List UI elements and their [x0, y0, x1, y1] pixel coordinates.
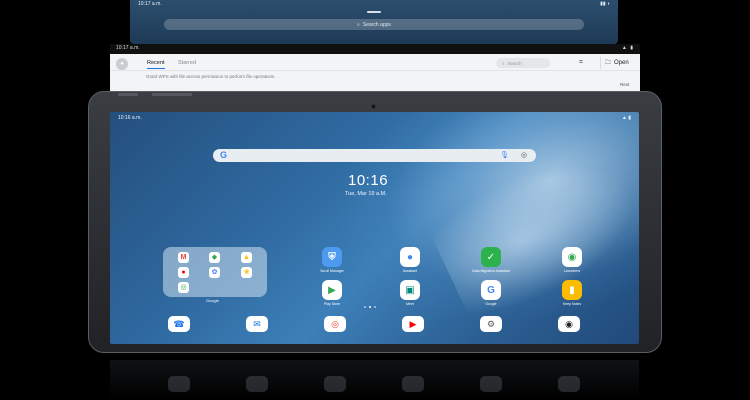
- youtube-icon[interactable]: ▶: [402, 316, 424, 332]
- play-store-icon[interactable]: ▶: [322, 280, 342, 300]
- permission-hint: Grant WPS with file access permission to…: [146, 74, 276, 79]
- files-app-screen: ● Recent Starred Grant WPS with file acc…: [110, 54, 640, 92]
- reflection-icon: [246, 376, 268, 392]
- files-search-input[interactable]: ⌕ Search: [496, 58, 550, 68]
- maps-icon: ◆: [209, 252, 220, 263]
- open-button[interactable]: 🗀 Open: [600, 57, 636, 69]
- search-icon: ⌕: [502, 60, 505, 66]
- volume-button: [152, 93, 192, 96]
- assistant-icon[interactable]: ●: [400, 247, 420, 267]
- home-screen: 10:16 a.m. ▲ ▮ G 🎙 ◎ 10:16 Tue, Mar 19 a…: [110, 112, 639, 344]
- reflection-icon: [168, 376, 190, 392]
- page-indicator: [364, 306, 384, 309]
- gmail-icon: M: [178, 252, 189, 263]
- microphone-icon[interactable]: 🎙: [500, 151, 509, 159]
- open-button-label: Open: [614, 60, 629, 66]
- search-apps-field[interactable]: ⌕ Search apps: [164, 19, 584, 30]
- app-label: Google: [485, 302, 497, 306]
- files-status-icons: ▲ ▮: [621, 45, 634, 51]
- chrome-icon[interactable]: ◎: [324, 316, 346, 332]
- folder-icon: 🗀: [605, 60, 612, 66]
- folder-label: Google: [206, 298, 219, 303]
- chrome-small-icon: ◎: [178, 282, 189, 293]
- app-drawer-screen: 10:17 a.m. ▮▮ ◖ ⌕ Search apps: [130, 0, 618, 44]
- files-side-text: Rest: [620, 82, 630, 87]
- app-label: Scroll Manager: [320, 269, 344, 273]
- settings-icon[interactable]: ⚙: [480, 316, 502, 332]
- reflection-icon: [324, 376, 346, 392]
- app-label: Play Store: [323, 302, 341, 306]
- drawer-status-icons: ▮▮ ◖: [600, 1, 610, 7]
- clock: 10:16: [348, 172, 389, 189]
- page-dot: [374, 306, 376, 308]
- status-bar-time: 10:16 a.m.: [118, 115, 142, 121]
- drawer-handle[interactable]: [367, 11, 381, 13]
- messages-icon[interactable]: ✉: [246, 316, 268, 332]
- youtube-music-icon: ●: [178, 267, 189, 278]
- app-label: Keep Notes: [562, 302, 582, 306]
- files-status-time: 10:17 a.m.: [116, 45, 140, 51]
- reflection-icon: [480, 376, 502, 392]
- files-status-bar: 10:17 a.m. ▲ ▮: [110, 44, 640, 54]
- front-camera: [371, 104, 376, 109]
- migration-icon[interactable]: ✓: [481, 247, 501, 267]
- lens-icon[interactable]: ◎: [521, 151, 527, 159]
- files-divider: [110, 70, 640, 71]
- shield-icon[interactable]: ⛨: [322, 247, 342, 267]
- page-dot: [364, 306, 366, 308]
- google-search-bar[interactable]: G 🎙 ◎: [213, 149, 536, 162]
- google-logo-icon: G: [220, 150, 228, 160]
- date: Tue, Mar 19 a.M.: [345, 191, 387, 197]
- photos-alt-icon: ❀: [241, 267, 252, 278]
- google-icon[interactable]: G: [481, 280, 501, 300]
- app-label: Assistant: [402, 269, 418, 273]
- tab-active-indicator: [147, 68, 165, 69]
- reflection-icon: [558, 376, 580, 392]
- page-dot: [369, 306, 371, 308]
- avatar[interactable]: ●: [116, 58, 128, 70]
- meet-icon[interactable]: ▣: [400, 280, 420, 300]
- app-label: Launchers: [563, 269, 581, 273]
- launcher-icon[interactable]: ◉: [562, 247, 582, 267]
- photos-icon: ✿: [209, 267, 220, 278]
- tab-recent[interactable]: Recent: [147, 60, 164, 66]
- app-label: Data Migration Assistant: [472, 269, 510, 273]
- files-search-placeholder: Search: [507, 60, 522, 66]
- keep-icon[interactable]: ▮: [562, 280, 582, 300]
- search-apps-placeholder: Search apps: [362, 21, 391, 28]
- tab-starred[interactable]: Starred: [178, 60, 196, 66]
- camera-icon[interactable]: ◉: [558, 316, 580, 332]
- drive-icon: ▲: [241, 252, 252, 263]
- status-bar-icons: ▲ ▮: [621, 115, 631, 121]
- app-label: Meet: [406, 302, 414, 306]
- phone-icon[interactable]: ☎: [168, 316, 190, 332]
- drawer-status-time: 10:17 a.m.: [138, 1, 162, 7]
- power-button: [118, 93, 138, 96]
- reflection-icon: [402, 376, 424, 392]
- search-icon: ⌕: [357, 21, 360, 28]
- google-folder[interactable]: M ◆ ▲ ● ✿ ❀ ◎: [163, 247, 267, 297]
- select-icon[interactable]: ⌗: [576, 58, 586, 68]
